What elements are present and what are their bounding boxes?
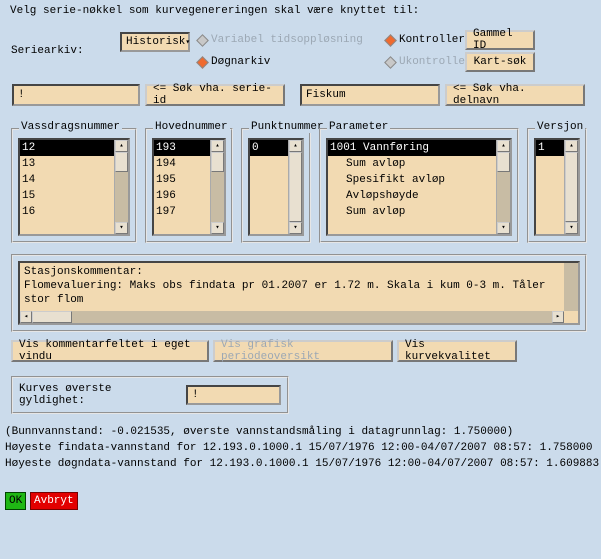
hovednummer-list[interactable]: 193 194 195 196 197 [154, 140, 210, 234]
scrollbar[interactable] [564, 263, 578, 311]
versjon-list[interactable]: 1 [536, 140, 564, 234]
parameter-list[interactable]: 1001 Vannføring Sum avløp Spesifikt avlø… [328, 140, 496, 234]
chevron-down-icon: ▾ [185, 37, 190, 47]
scroll-up-icon[interactable]: ▴ [565, 140, 578, 152]
scroll-down-icon[interactable]: ▾ [115, 222, 128, 234]
scroll-up-icon[interactable]: ▴ [289, 140, 302, 152]
sok-delnavn-button[interactable]: <= Søk vha. delnavn [445, 84, 585, 106]
comment-text[interactable]: Stasjonskommentar: Flomevaluering: Maks … [18, 261, 580, 325]
panel-label: Versjon [535, 121, 585, 133]
footer-line: Høyeste findata-vannstand for 12.193.0.1… [5, 442, 593, 454]
list-item[interactable]: 193 [154, 140, 210, 156]
list-item[interactable]: Spesifikt avløp [328, 172, 496, 188]
vis-kurvekvalitet-button[interactable]: Vis kurvekvalitet [397, 340, 517, 362]
comment-panel: Stasjonskommentar: Flomevaluering: Maks … [11, 254, 587, 332]
scrollbar[interactable]: ▴ ▾ [564, 140, 578, 234]
serie-id-input[interactable] [12, 84, 140, 106]
scroll-down-icon[interactable]: ▾ [497, 222, 510, 234]
punktnummer-panel: Punktnummer 0 ▴ ▾ [241, 128, 311, 243]
scroll-up-icon[interactable]: ▴ [115, 140, 128, 152]
scroll-thumb[interactable] [211, 152, 224, 172]
list-item[interactable]: Avløpshøyde [328, 188, 496, 204]
hovednummer-panel: Hovednummer 193 194 195 196 197 ▴ ▾ [145, 128, 233, 243]
list-item[interactable]: 1001 Vannføring [328, 140, 496, 156]
list-item[interactable]: 12 [20, 140, 114, 156]
list-item[interactable]: 196 [154, 188, 210, 204]
comment-line: stor flom [24, 293, 574, 307]
option-label: Kontrollert [399, 34, 472, 46]
scroll-down-icon[interactable]: ▾ [211, 222, 224, 234]
delnavn-input[interactable] [300, 84, 440, 106]
option-dognarkiv[interactable]: Døgnarkiv [198, 56, 270, 68]
option-variabel-tid[interactable]: Variabel tidsoppløsning [198, 34, 363, 46]
versjon-panel: Versjon 1 ▴ ▾ [527, 128, 587, 243]
panel-label: Parameter [327, 121, 390, 133]
vassdragsnummer-list[interactable]: 12 13 14 15 16 [20, 140, 114, 234]
scroll-thumb[interactable] [289, 152, 302, 222]
archive-dropdown-value: Historisk [126, 36, 185, 48]
diamond-selected-icon [196, 56, 209, 69]
list-item[interactable]: 0 [250, 140, 288, 156]
comment-line: Flomevaluering: Maks obs findata pr 01.2… [24, 279, 574, 293]
scroll-down-icon[interactable]: ▾ [289, 222, 302, 234]
scrollbar[interactable]: ▴ ▾ [496, 140, 510, 234]
list-item[interactable]: Sum avløp [328, 156, 496, 172]
list-item[interactable]: 15 [20, 188, 114, 204]
scroll-up-icon[interactable]: ▴ [497, 140, 510, 152]
scroll-down-icon[interactable]: ▾ [565, 222, 578, 234]
option-label: Variabel tidsoppløsning [211, 34, 363, 46]
scrollbar[interactable]: ▴ ▾ [114, 140, 128, 234]
scroll-thumb[interactable] [115, 152, 128, 172]
vis-grafisk-button: Vis grafisk periodeoversikt [213, 340, 393, 362]
gammel-id-button[interactable]: Gammel ID [465, 30, 535, 50]
ok-button[interactable]: OK [5, 492, 26, 510]
comment-header: Stasjonskommentar: [24, 265, 574, 279]
avbryt-button[interactable]: Avbryt [30, 492, 78, 510]
gyldighet-panel: Kurves øverste gyldighet: [11, 376, 289, 414]
footer-line: Høyeste døgndata-vannstand for 12.193.0.… [5, 458, 599, 470]
scroll-left-icon[interactable]: ◂ [20, 311, 32, 323]
sok-serie-button[interactable]: <= Søk vha. serie-id [145, 84, 285, 106]
list-item[interactable]: 195 [154, 172, 210, 188]
panel-label: Hovednummer [153, 121, 230, 133]
scroll-up-icon[interactable]: ▴ [211, 140, 224, 152]
gyldighet-label: Kurves øverste gyldighet: [19, 383, 178, 407]
page-title: Velg serie-nøkkel som kurvegenereringen … [10, 5, 419, 17]
scroll-thumb[interactable] [565, 152, 578, 222]
diamond-unselected-icon [196, 34, 209, 47]
scroll-thumb[interactable] [32, 311, 72, 323]
punktnummer-list[interactable]: 0 [250, 140, 288, 234]
footer-line: (Bunnvannstand: -0.021535, øverste vanns… [5, 426, 513, 438]
vis-kommentar-button[interactable]: Vis kommentarfeltet i eget vindu [11, 340, 209, 362]
gyldighet-input[interactable] [186, 385, 281, 405]
diamond-unselected-icon [384, 56, 397, 69]
list-item[interactable]: 1 [536, 140, 564, 156]
list-item[interactable]: 197 [154, 204, 210, 220]
scrollbar[interactable]: ▴ ▾ [288, 140, 302, 234]
horizontal-scrollbar[interactable]: ◂ ▸ [20, 311, 564, 323]
diamond-selected-icon [384, 34, 397, 47]
scrollbar[interactable]: ▴ ▾ [210, 140, 224, 234]
kart-sok-button[interactable]: Kart-søk [465, 52, 535, 72]
list-item[interactable]: Sum avløp [328, 204, 496, 220]
scroll-right-icon[interactable]: ▸ [552, 311, 564, 323]
list-item[interactable]: 194 [154, 156, 210, 172]
list-item[interactable]: 14 [20, 172, 114, 188]
scroll-thumb[interactable] [497, 152, 510, 172]
list-item[interactable]: 16 [20, 204, 114, 220]
option-kontrollert[interactable]: Kontrollert [386, 34, 472, 46]
panel-label: Vassdragsnummer [19, 121, 122, 133]
vassdragsnummer-panel: Vassdragsnummer 12 13 14 15 16 ▴ ▾ [11, 128, 137, 243]
archive-dropdown[interactable]: Historisk ▾ [120, 32, 190, 52]
panel-label: Punktnummer [249, 121, 326, 133]
parameter-panel: Parameter 1001 Vannføring Sum avløp Spes… [319, 128, 519, 243]
option-label: Døgnarkiv [211, 56, 270, 68]
archive-label: Seriearkiv: [11, 45, 84, 57]
list-item[interactable]: 13 [20, 156, 114, 172]
